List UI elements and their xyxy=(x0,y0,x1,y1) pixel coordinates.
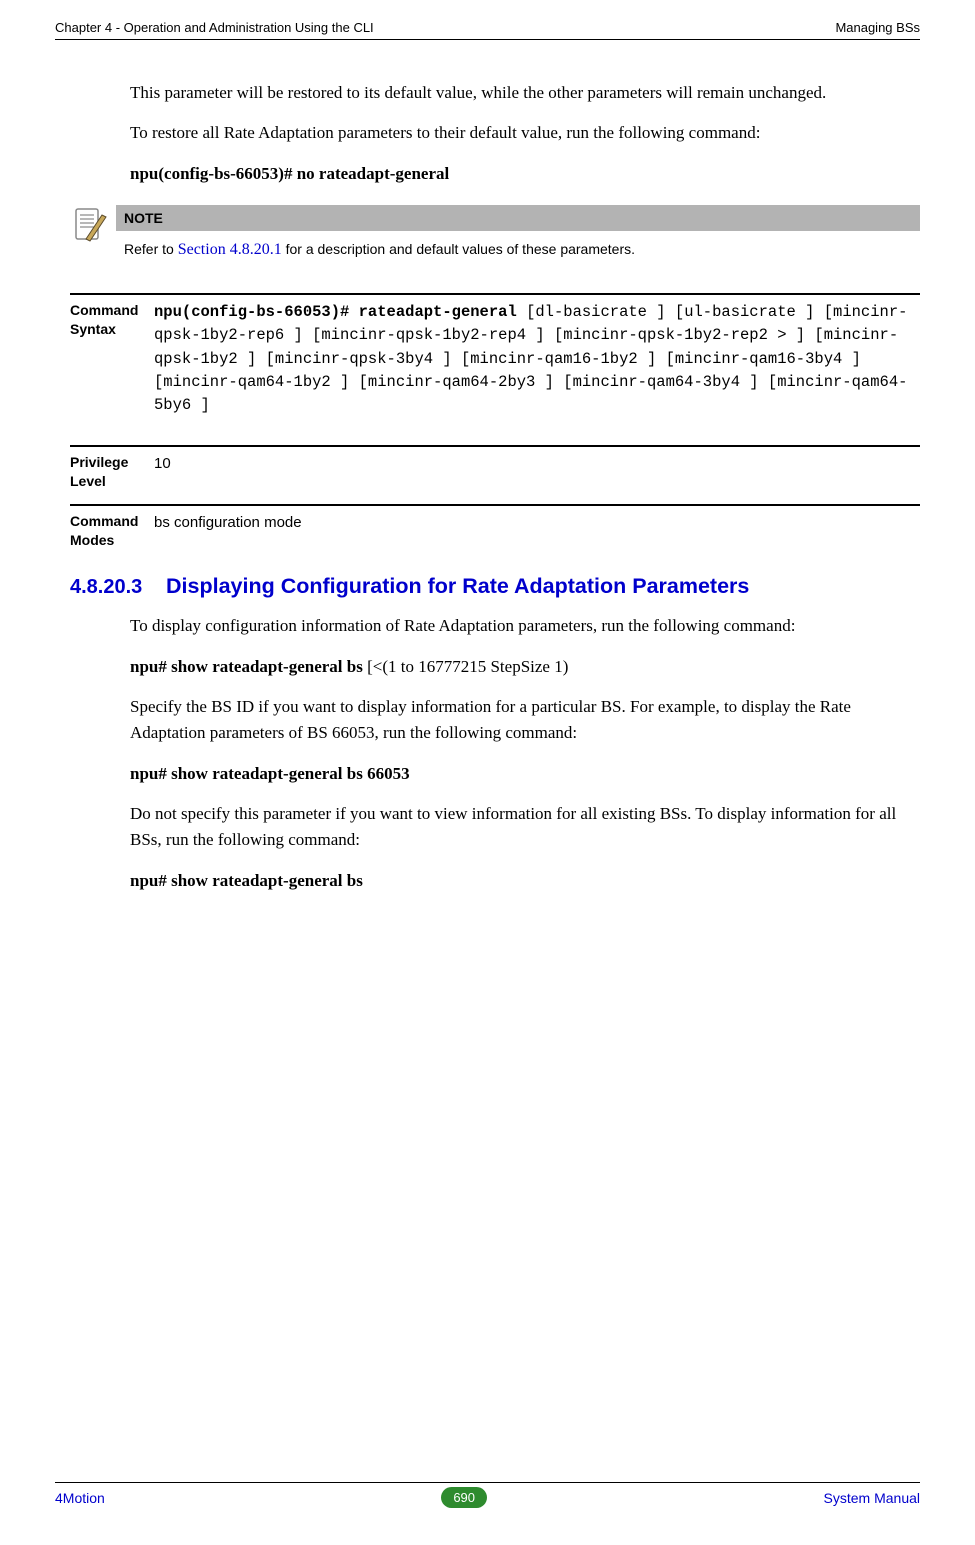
privilege-level-label: Privilege Level xyxy=(70,453,154,492)
section-number: 4.8.20.3 xyxy=(70,576,166,599)
footer-right: System Manual xyxy=(824,1490,920,1506)
section-heading-row: 4.8.20.3 Displaying Configuration for Ra… xyxy=(70,574,920,599)
privilege-level-value: 10 xyxy=(154,453,920,492)
page-header: Chapter 4 - Operation and Administration… xyxy=(55,20,920,40)
footer-left: 4Motion xyxy=(55,1490,105,1506)
note-icon xyxy=(70,205,110,245)
note-body-suffix: for a description and default values of … xyxy=(282,241,635,257)
command-modes-value: bs configuration mode xyxy=(154,512,920,551)
command-syntax-row: Command Syntax npu(config-bs-66053)# rat… xyxy=(70,293,920,433)
header-left: Chapter 4 - Operation and Administration… xyxy=(55,20,374,35)
section-p3: Do not specify this parameter if you wan… xyxy=(130,801,920,854)
page-number-badge: 690 xyxy=(441,1487,487,1508)
note-section-link[interactable]: Section 4.8.20.1 xyxy=(178,241,282,258)
section-title: Displaying Configuration for Rate Adapta… xyxy=(166,574,749,599)
main-column: This parameter will be restored to its d… xyxy=(130,80,920,894)
section-cmd3: npu# show rateadapt-general bs xyxy=(130,868,920,894)
command-modes-label: Command Modes xyxy=(70,512,154,551)
note-block: NOTE Refer to Section 4.8.20.1 for a des… xyxy=(70,205,920,269)
section-cmd1-rest: [<(1 to 16777215 StepSize 1) xyxy=(363,657,569,676)
section-cmd1: npu# show rateadapt-general bs [<(1 to 1… xyxy=(130,654,920,680)
note-body-prefix: Refer to xyxy=(124,241,178,257)
section-cmd1-bold: npu# show rateadapt-general bs xyxy=(130,657,363,676)
note-label: NOTE xyxy=(116,205,920,231)
syntax-bold: npu(config-bs-66053)# rateadapt-general xyxy=(154,303,517,321)
section-cmd2: npu# show rateadapt-general bs 66053 xyxy=(130,761,920,787)
privilege-level-row: Privilege Level 10 xyxy=(70,445,920,492)
page-footer: 4Motion 690 System Manual xyxy=(55,1482,920,1508)
header-right: Managing BSs xyxy=(835,20,920,35)
section-p2: Specify the BS ID if you want to display… xyxy=(130,694,920,747)
intro-paragraph-2: To restore all Rate Adaptation parameter… xyxy=(130,120,920,146)
command-syntax-value: npu(config-bs-66053)# rateadapt-general … xyxy=(154,301,920,433)
command-syntax-label: Command Syntax xyxy=(70,301,154,433)
section-p1: To display configuration information of … xyxy=(130,613,920,639)
intro-command: npu(config-bs-66053)# no rateadapt-gener… xyxy=(130,161,920,187)
intro-paragraph-1: This parameter will be restored to its d… xyxy=(130,80,920,106)
command-modes-row: Command Modes bs configuration mode xyxy=(70,504,920,551)
note-body: Refer to Section 4.8.20.1 for a descript… xyxy=(116,231,920,269)
